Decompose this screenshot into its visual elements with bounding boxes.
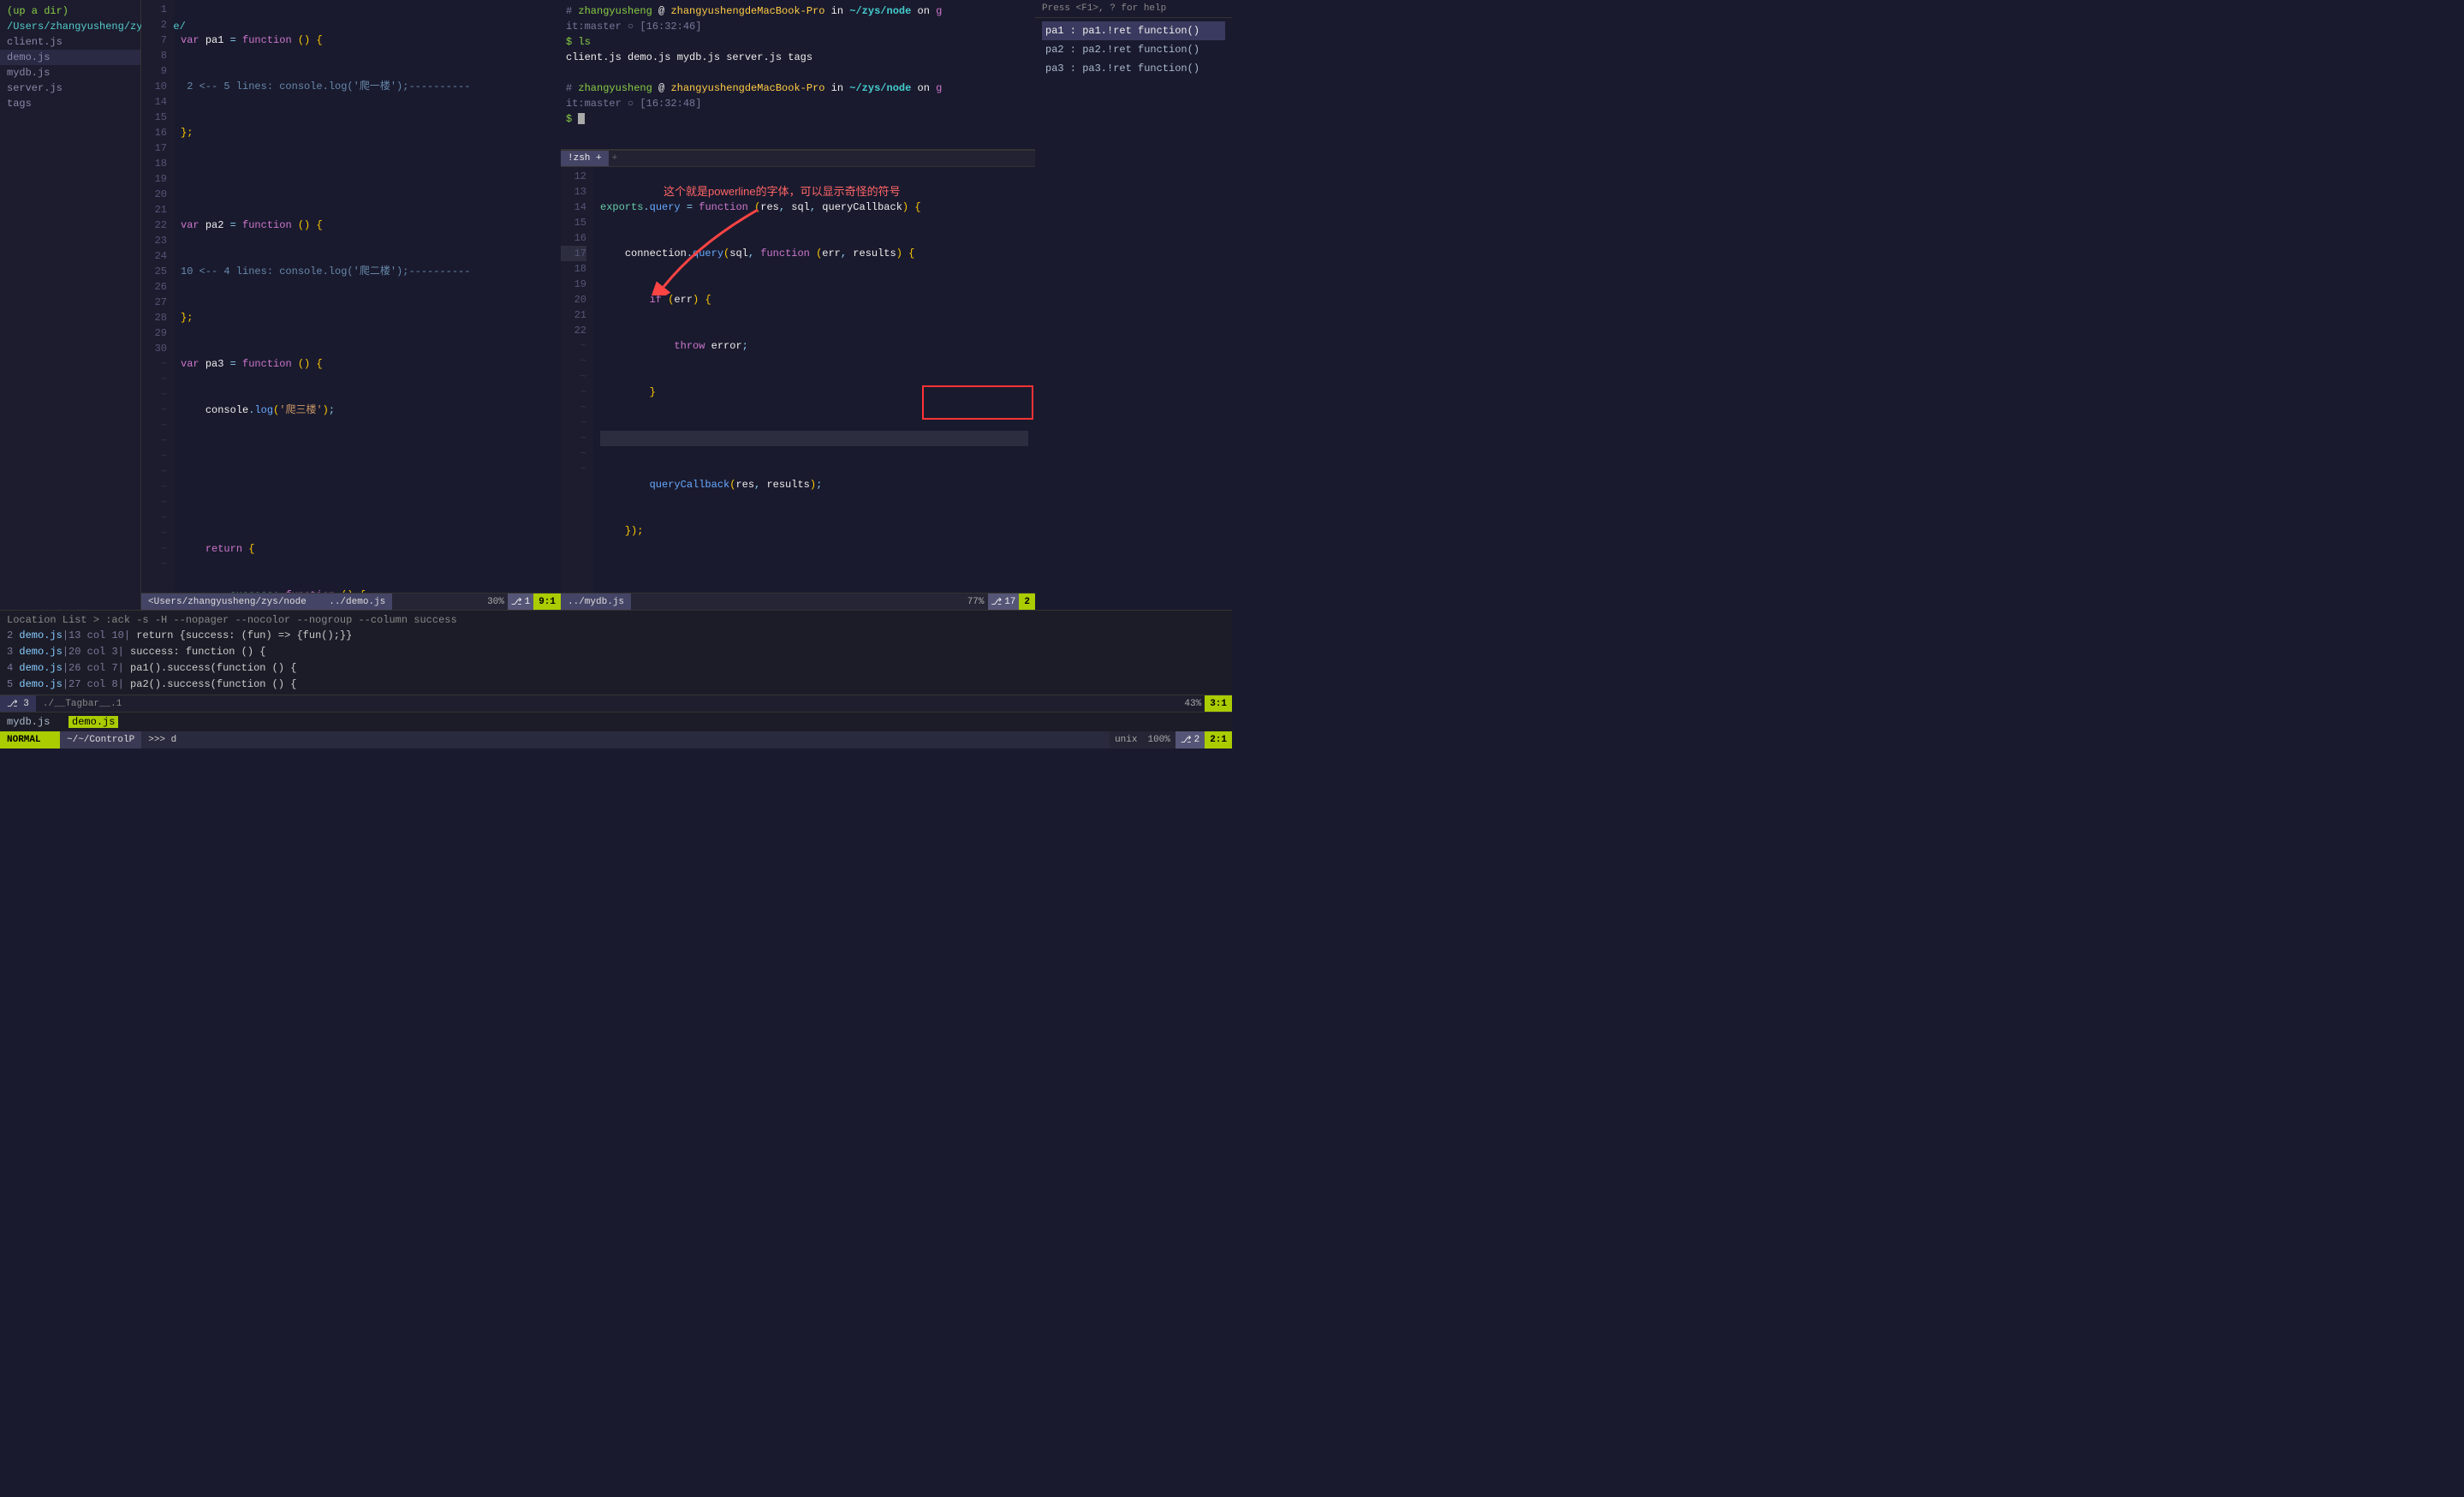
main-container: (up a dir) /Users/zhangyusheng/zys/node/… — [0, 0, 1232, 748]
tagbar-item-2[interactable]: pa3 : pa3.!ret function() — [1042, 59, 1225, 78]
bottom-file-2-active[interactable]: demo.js — [68, 716, 118, 728]
cmd-echo: >>> d — [141, 735, 1110, 745]
bottom-right: unix 100% ⎇2 2:1 — [1110, 731, 1232, 748]
loc-pane-pct: 43% — [1181, 699, 1205, 709]
loc-pane-branch: ⎇ 3 — [0, 695, 36, 712]
bottom-file-1[interactable]: mydb.js — [7, 716, 50, 728]
right-pane-statusbar: ../mydb.js 77% ⎇ 17 2 — [561, 593, 1035, 610]
loc-item-0[interactable]: 2 demo.js|13 col 10| return {success: (f… — [0, 628, 1232, 644]
loc-list-header: Location List > :ack -s -H --nopager --n… — [0, 612, 1232, 628]
left-editor-section: 1 2 7 8 9 10 14 15 16 17 18 19 20 21 22 … — [141, 0, 561, 610]
tmux-tab-plus: + — [609, 153, 622, 164]
file-list-bottom: mydb.js demo.js — [0, 712, 1232, 731]
left-code-content: var pa1 = function () { 2 <-- 5 lines: c… — [174, 0, 561, 593]
loc-pane-statusbar: ⎇ 3 ./__Tagbar__.1 43% 3:1 — [0, 695, 1232, 712]
left-line-numbers: 1 2 7 8 9 10 14 15 16 17 18 19 20 21 22 … — [141, 0, 174, 593]
sidebar-item-mydbjs[interactable]: mydb.js — [0, 65, 140, 81]
mode-indicator: NORMAL — [0, 731, 60, 748]
bottom-pct: 100% — [1142, 731, 1175, 748]
file-sidebar: (up a dir) /Users/zhangyusheng/zys/node/… — [0, 0, 141, 610]
right-pane-pos: 2 — [1019, 593, 1035, 610]
right-pane-filename: ../mydb.js — [561, 593, 631, 610]
right-pane-pct: 77% — [964, 597, 988, 607]
right-line-numbers: 12 13 14 15 16 17 18 19 20 21 22 ~ ~ ~ — [561, 167, 593, 593]
loc-item-3[interactable]: 5 demo.js|27 col 8| pa2().success(functi… — [0, 677, 1232, 693]
left-pane-statusbar: <Users/zhangyusheng/zys/node ../demo.js … — [141, 593, 561, 610]
left-pane-pos: 9:1 — [533, 593, 561, 610]
left-pane-pct: 30% — [484, 597, 508, 607]
left-editor-area: 1 2 7 8 9 10 14 15 16 17 18 19 20 21 22 … — [141, 0, 561, 593]
loc-item-1[interactable]: 3 demo.js|20 col 3| success: function ()… — [0, 644, 1232, 660]
bottom-format: unix — [1110, 731, 1142, 748]
right-branch-icon: ⎇ — [991, 596, 1003, 608]
loc-pane-pos: 3:1 — [1205, 695, 1232, 712]
bottom-path: ~/~/ControlP — [60, 731, 141, 748]
right-code-content: exports.query = function (res, sql, quer… — [593, 167, 1035, 593]
sidebar-item-serverjs[interactable]: server.js — [0, 81, 140, 96]
sidebar-up-dir[interactable]: (up a dir) — [0, 3, 140, 19]
tagbar-content: pa1 : pa1.!ret function() pa2 : pa2.!ret… — [1035, 18, 1232, 81]
tagbar-item-0[interactable]: pa1 : pa1.!ret function() — [1042, 21, 1225, 40]
left-pane-branch: ⎇ 1 — [508, 593, 533, 610]
tmux-tab-label: !zsh + — [568, 153, 602, 164]
tmux-tabbar: !zsh + + — [561, 150, 1035, 167]
bottom-branch: ⎇2 — [1175, 731, 1205, 748]
tagbar-item-1[interactable]: pa2 : pa2.!ret function() — [1042, 40, 1225, 59]
left-pane-filename-short: ../demo.js — [329, 597, 385, 607]
sidebar-item-demojs[interactable]: demo.js — [0, 50, 140, 65]
sidebar-item-tags[interactable]: tags — [0, 96, 140, 111]
terminal-upper: # zhangyusheng @ zhangyushengdeMacBook-P… — [561, 0, 1035, 150]
sidebar-item-clientjs[interactable]: client.js — [0, 34, 140, 50]
middle-section: # zhangyusheng @ zhangyushengdeMacBook-P… — [561, 0, 1035, 610]
left-branch-num: 1 — [525, 597, 531, 607]
loc-pane-filename: ./__Tagbar__.1 — [36, 699, 1181, 709]
right-editor-area: 12 13 14 15 16 17 18 19 20 21 22 ~ ~ ~ — [561, 167, 1035, 593]
right-pane-branch: ⎇ 17 — [988, 593, 1020, 610]
bottom-pos: 2:1 — [1205, 731, 1232, 748]
tmux-tab-zsh[interactable]: !zsh + — [561, 151, 609, 166]
branch-icon: ⎇ — [511, 596, 522, 608]
bottom-statusbar: NORMAL ~/~/ControlP >>> d unix 100% ⎇2 2… — [0, 731, 1232, 748]
tagbar-section: Press <F1>, ? for help pa1 : pa1.!ret fu… — [1035, 0, 1232, 610]
left-pane-filename: <Users/zhangyusheng/zys/node ../demo.js — [141, 593, 392, 610]
tagbar-header: Press <F1>, ? for help — [1035, 0, 1232, 18]
editors-main: (up a dir) /Users/zhangyusheng/zys/node/… — [0, 0, 1232, 610]
loc-item-2[interactable]: 4 demo.js|26 col 7| pa1().success(functi… — [0, 660, 1232, 677]
location-list: Location List > :ack -s -H --nopager --n… — [0, 610, 1232, 695]
sidebar-root-path: /Users/zhangyusheng/zys/node/ — [0, 19, 140, 34]
right-branch-num: 17 — [1004, 597, 1015, 607]
